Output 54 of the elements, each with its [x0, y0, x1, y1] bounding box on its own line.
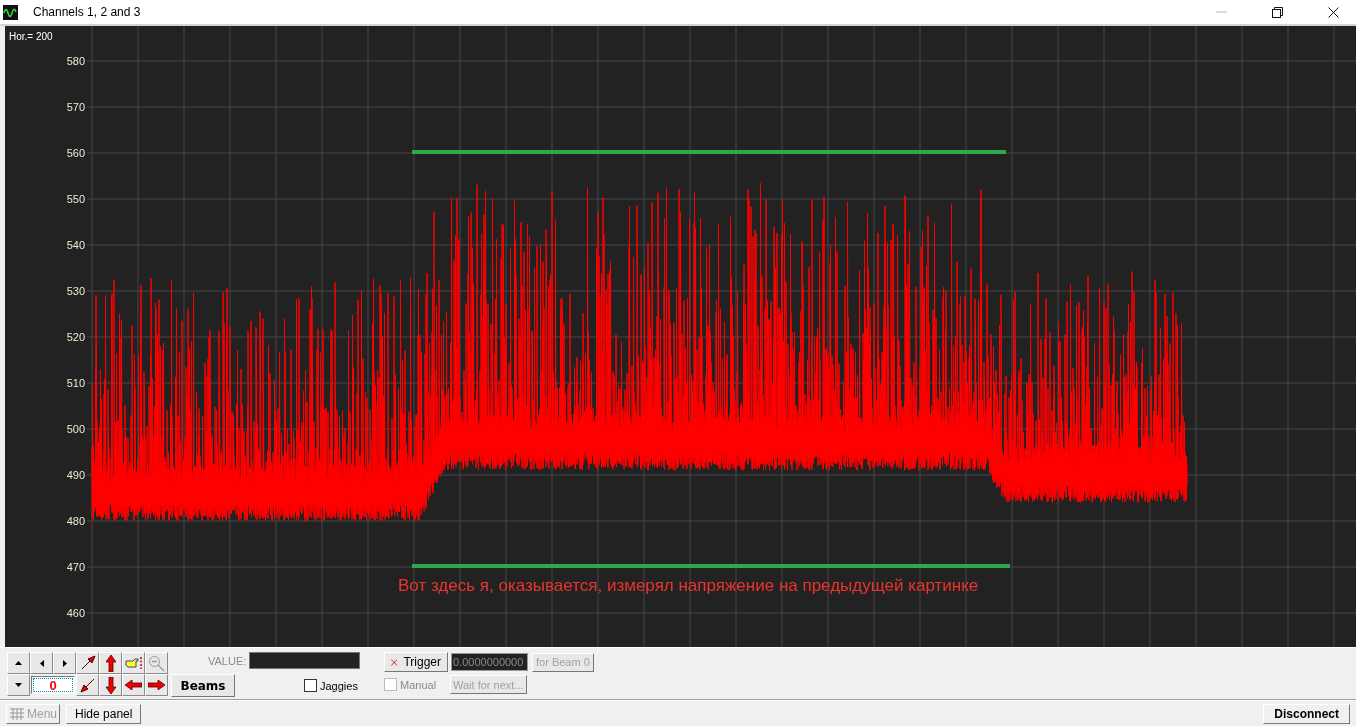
axis-tick-label: 470	[66, 561, 85, 573]
waveform-app-icon	[3, 4, 18, 20]
axis-tick-label: 490	[66, 469, 85, 481]
up-button[interactable]	[7, 652, 30, 674]
diagonal-arrow-icon	[79, 677, 96, 693]
down-button[interactable]	[7, 674, 30, 696]
axis-tick-label: 530	[66, 285, 85, 297]
left-button[interactable]	[30, 652, 53, 674]
left-arrow-button[interactable]	[122, 674, 145, 696]
diagonal-arrow-icon	[79, 655, 96, 671]
restore-icon[interactable]	[1272, 6, 1283, 18]
left-arrow-icon	[125, 680, 142, 690]
value-field[interactable]	[249, 652, 361, 669]
triangle-up-icon	[15, 661, 22, 665]
triangle-right-icon	[62, 659, 67, 667]
beams-button[interactable]: Beams	[171, 674, 235, 697]
axis-tick-label: 460	[66, 607, 85, 619]
axis-tick-label: 540	[66, 239, 85, 251]
axis-tick-label: 520	[66, 331, 85, 343]
beam-counter[interactable]: 0	[31, 676, 75, 694]
right-arrow-button[interactable]	[145, 674, 168, 696]
axis-tick-label: 510	[66, 377, 85, 389]
grid-icon	[9, 707, 25, 721]
axis-tick-label: 480	[66, 515, 85, 527]
trigger-value-field[interactable]: 0.0000000000	[451, 653, 528, 671]
magnifier-icon	[148, 654, 165, 672]
diagonal-up-button[interactable]	[76, 652, 99, 674]
zoom-button[interactable]	[145, 652, 168, 674]
down-arrow-button[interactable]	[99, 674, 122, 696]
axis-tick-label: 580	[66, 55, 85, 67]
down-arrow-icon	[105, 676, 116, 694]
axis-tick-label: 500	[66, 423, 85, 435]
hide-panel-button[interactable]: Hide panel	[66, 704, 142, 724]
value-label: VALUE:	[208, 654, 247, 667]
right-arrow-icon	[148, 680, 165, 690]
right-button[interactable]	[53, 652, 76, 674]
triangle-down-icon	[15, 683, 22, 687]
close-icon[interactable]	[1328, 6, 1339, 18]
disconnect-button[interactable]: Disconnect	[1263, 704, 1350, 724]
trigger-button[interactable]: Trigger	[384, 652, 448, 672]
up-arrow-icon	[105, 654, 116, 672]
window-title: Channels 1, 2 and 3	[33, 5, 141, 19]
triangle-left-icon	[39, 659, 44, 667]
annotation-text: Вот здесь я, оказывается, измерял напряжение на предыдущей картинке	[398, 576, 979, 595]
axis-tick-label: 550	[66, 193, 85, 205]
diagonal-down-button[interactable]	[76, 674, 99, 696]
up-arrow-button[interactable]	[99, 652, 122, 674]
axis-tick-label: 560	[66, 147, 85, 159]
scale-label: Hor.= 200	[9, 31, 53, 42]
axis-tick-label: 570	[66, 101, 85, 113]
hand-pointer-button[interactable]	[122, 652, 145, 674]
hand-pointer-icon	[124, 656, 143, 670]
close-icon	[391, 656, 398, 668]
jaggies-checkbox[interactable]: Jaggies	[304, 679, 358, 692]
